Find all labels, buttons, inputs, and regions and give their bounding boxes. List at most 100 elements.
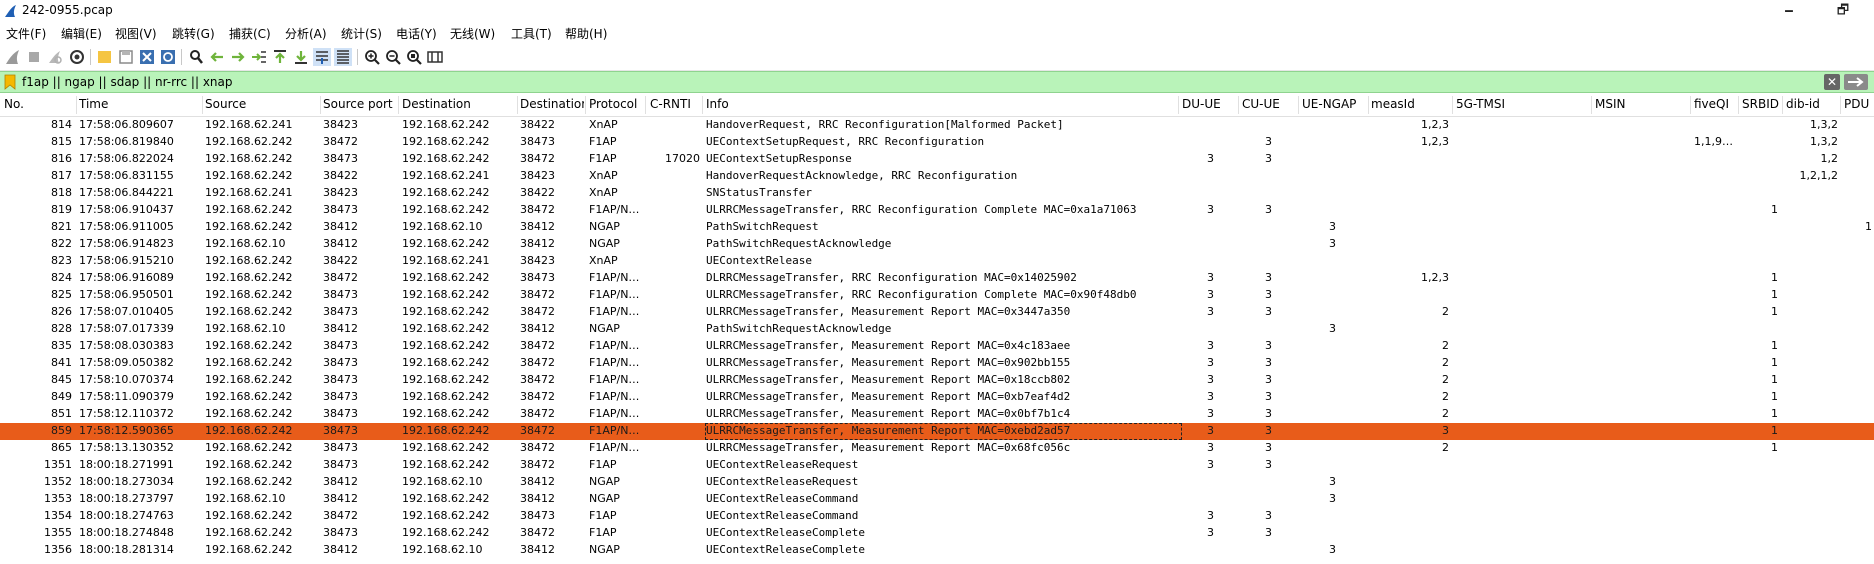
menu-file[interactable]: 文件(F) [6,25,46,42]
column-header-source[interactable]: Source [205,97,319,111]
column-header-srbid[interactable]: SRBID [1742,97,1782,111]
cell-destination: 192.168.62.242 [402,390,490,403]
column-header-fiveqi[interactable]: fiveQI [1694,97,1738,111]
table-row[interactable]: 841 17:58:09.050382 192.168.62.242 38473 192… [0,355,1874,372]
table-row[interactable]: 819 17:58:06.910437 192.168.62.242 38473 192… [0,202,1874,219]
display-filter-input[interactable]: f1ap || ngap || sdap || nr-rrc || xnap [22,75,233,89]
table-row[interactable]: 1356 18:00:18.281314 192.168.62.242 38412 19… [0,542,1874,559]
back-icon[interactable] [208,48,226,66]
bookmark-icon[interactable] [4,74,16,90]
column-header-dib-id[interactable]: dib-id [1786,97,1840,111]
close-file-icon[interactable] [138,48,156,66]
menu-analyze[interactable]: 分析(A) [285,25,327,42]
table-row[interactable]: 1355 18:00:18.274848 192.168.62.242 38473 19… [0,525,1874,542]
column-header-source-port[interactable]: Source port [323,97,399,111]
menu-go[interactable]: 跳转(G) [172,25,215,42]
column-header-time[interactable]: Time [79,97,201,111]
menu-tools[interactable]: 工具(T) [511,25,552,42]
table-row[interactable]: 865 17:58:13.130352 192.168.62.242 38473 192… [0,440,1874,457]
cell-source-port: 38472 [323,271,358,284]
resize-columns-icon[interactable] [426,48,444,66]
cell-destination-port: 38473 [520,271,555,284]
cell-fiveqi: 1,1,9… [1694,135,1733,148]
menu-statistics[interactable]: 统计(S) [341,25,382,42]
cell-destination: 192.168.62.242 [402,492,490,505]
table-row[interactable]: 822 17:58:06.914823 192.168.62.10 38412 192.… [0,236,1874,253]
shark-fin-icon[interactable] [4,48,22,66]
autoscroll-icon[interactable] [313,48,331,66]
cell-protocol: F1AP/N… [589,373,640,386]
table-row[interactable]: 817 17:58:06.831155 192.168.62.242 38422 192… [0,168,1874,185]
menu-edit[interactable]: 编辑(E) [61,25,102,42]
column-header-destination[interactable]: Destination [402,97,516,111]
menu-wireless[interactable]: 无线(W) [450,25,495,42]
column-header-ue-ngap[interactable]: UE-NGAP [1302,97,1368,111]
cell-destination: 192.168.62.242 [402,271,490,284]
column-header-info[interactable]: Info [706,97,1176,111]
cell-info: UEContextReleaseCommand [706,492,859,505]
column-header-5g-tmsi[interactable]: 5G-TMSI [1456,97,1592,111]
cell-protocol: XnAP [589,118,618,131]
colorize-icon[interactable] [334,48,352,66]
column-header-no[interactable]: No. [4,97,74,111]
save-icon[interactable] [117,48,135,66]
table-row[interactable]: 818 17:58:06.844221 192.168.62.241 38423 192… [0,185,1874,202]
table-row[interactable]: 1354 18:00:18.274763 192.168.62.242 38472 19… [0,508,1874,525]
table-row[interactable]: 845 17:58:10.070374 192.168.62.242 38473 192… [0,372,1874,389]
column-header-c-rnti[interactable]: C-RNTI [650,97,702,111]
cell-source-port: 38473 [323,152,358,165]
menu-capture[interactable]: 捕获(C) [229,25,271,42]
table-row[interactable]: 823 17:58:06.915210 192.168.62.242 38422 192… [0,253,1874,270]
table-row[interactable]: 1353 18:00:18.273797 192.168.62.10 38412 192… [0,491,1874,508]
find-icon[interactable] [187,48,205,66]
menu-help[interactable]: 帮助(H) [565,25,607,42]
zoom-normal-icon[interactable] [405,48,423,66]
cell-source: 192.168.62.242 [205,135,293,148]
table-row-selected[interactable]: 859 17:58:12.590365 192.168.62.242 38473 192… [0,423,1874,440]
apply-filter-button[interactable] [1844,74,1868,90]
open-folder-icon[interactable] [96,48,114,66]
clear-filter-button[interactable]: ✕ [1824,74,1840,90]
column-header-protocol[interactable]: Protocol [589,97,645,111]
restart-icon[interactable] [46,48,64,66]
reload-icon[interactable] [159,48,177,66]
restore-button[interactable]: 🗗 [1820,0,1866,22]
table-row[interactable]: 826 17:58:07.010405 192.168.62.242 38473 192… [0,304,1874,321]
cell-info: UEContextReleaseRequest [706,475,859,488]
cell-measid: 2 [1442,305,1449,318]
menu-telephony[interactable]: 电话(Y) [396,25,437,42]
minimize-button[interactable]: 🗕 [1766,0,1812,22]
menu-view[interactable]: 视图(V) [115,25,157,42]
goto-icon[interactable] [250,48,268,66]
table-row[interactable]: 816 17:58:06.822024 192.168.62.242 38473 192… [0,151,1874,168]
table-row[interactable]: 815 17:58:06.819840 192.168.62.242 38472 192… [0,134,1874,151]
table-row[interactable]: 849 17:58:11.090379 192.168.62.242 38473 192… [0,389,1874,406]
cell-ue-ngap: 3 [1329,220,1336,233]
last-packet-icon[interactable] [292,48,310,66]
table-row[interactable]: 835 17:58:08.030383 192.168.62.242 38473 192… [0,338,1874,355]
options-gear-icon[interactable] [68,48,86,66]
cell-destination: 192.168.62.242 [402,152,490,165]
table-row[interactable]: 1352 18:00:18.273034 192.168.62.242 38412 19… [0,474,1874,491]
column-header-destination-port[interactable]: Destinatior [520,97,584,111]
table-row[interactable]: 1351 18:00:18.271991 192.168.62.242 38473 19… [0,457,1874,474]
first-packet-icon[interactable] [271,48,289,66]
column-header-msin[interactable]: MSIN [1595,97,1691,111]
table-row[interactable]: 824 17:58:06.916089 192.168.62.242 38472 192… [0,270,1874,287]
table-row[interactable]: 828 17:58:07.017339 192.168.62.10 38412 192.… [0,321,1874,338]
column-header-cu-ue[interactable]: CU-UE [1242,97,1298,111]
column-header-du-ue[interactable]: DU-UE [1182,97,1238,111]
table-row[interactable]: 821 17:58:06.911005 192.168.62.242 38412 192… [0,219,1874,236]
table-row[interactable]: 814 17:58:06.809607 192.168.62.241 38423 192… [0,117,1874,134]
zoom-out-icon[interactable] [384,48,402,66]
cell-measid: 2 [1442,373,1449,386]
table-row[interactable]: 851 17:58:12.110372 192.168.62.242 38473 192… [0,406,1874,423]
cell-time: 17:58:12.110372 [79,407,174,420]
column-header-pdu[interactable]: PDU [1844,97,1874,111]
stop-icon[interactable] [25,48,43,66]
column-header-measid[interactable]: measId [1371,97,1451,111]
cell-no: 841 [51,356,72,369]
table-row[interactable]: 825 17:58:06.950501 192.168.62.242 38473 192… [0,287,1874,304]
forward-icon[interactable] [229,48,247,66]
zoom-in-icon[interactable] [363,48,381,66]
